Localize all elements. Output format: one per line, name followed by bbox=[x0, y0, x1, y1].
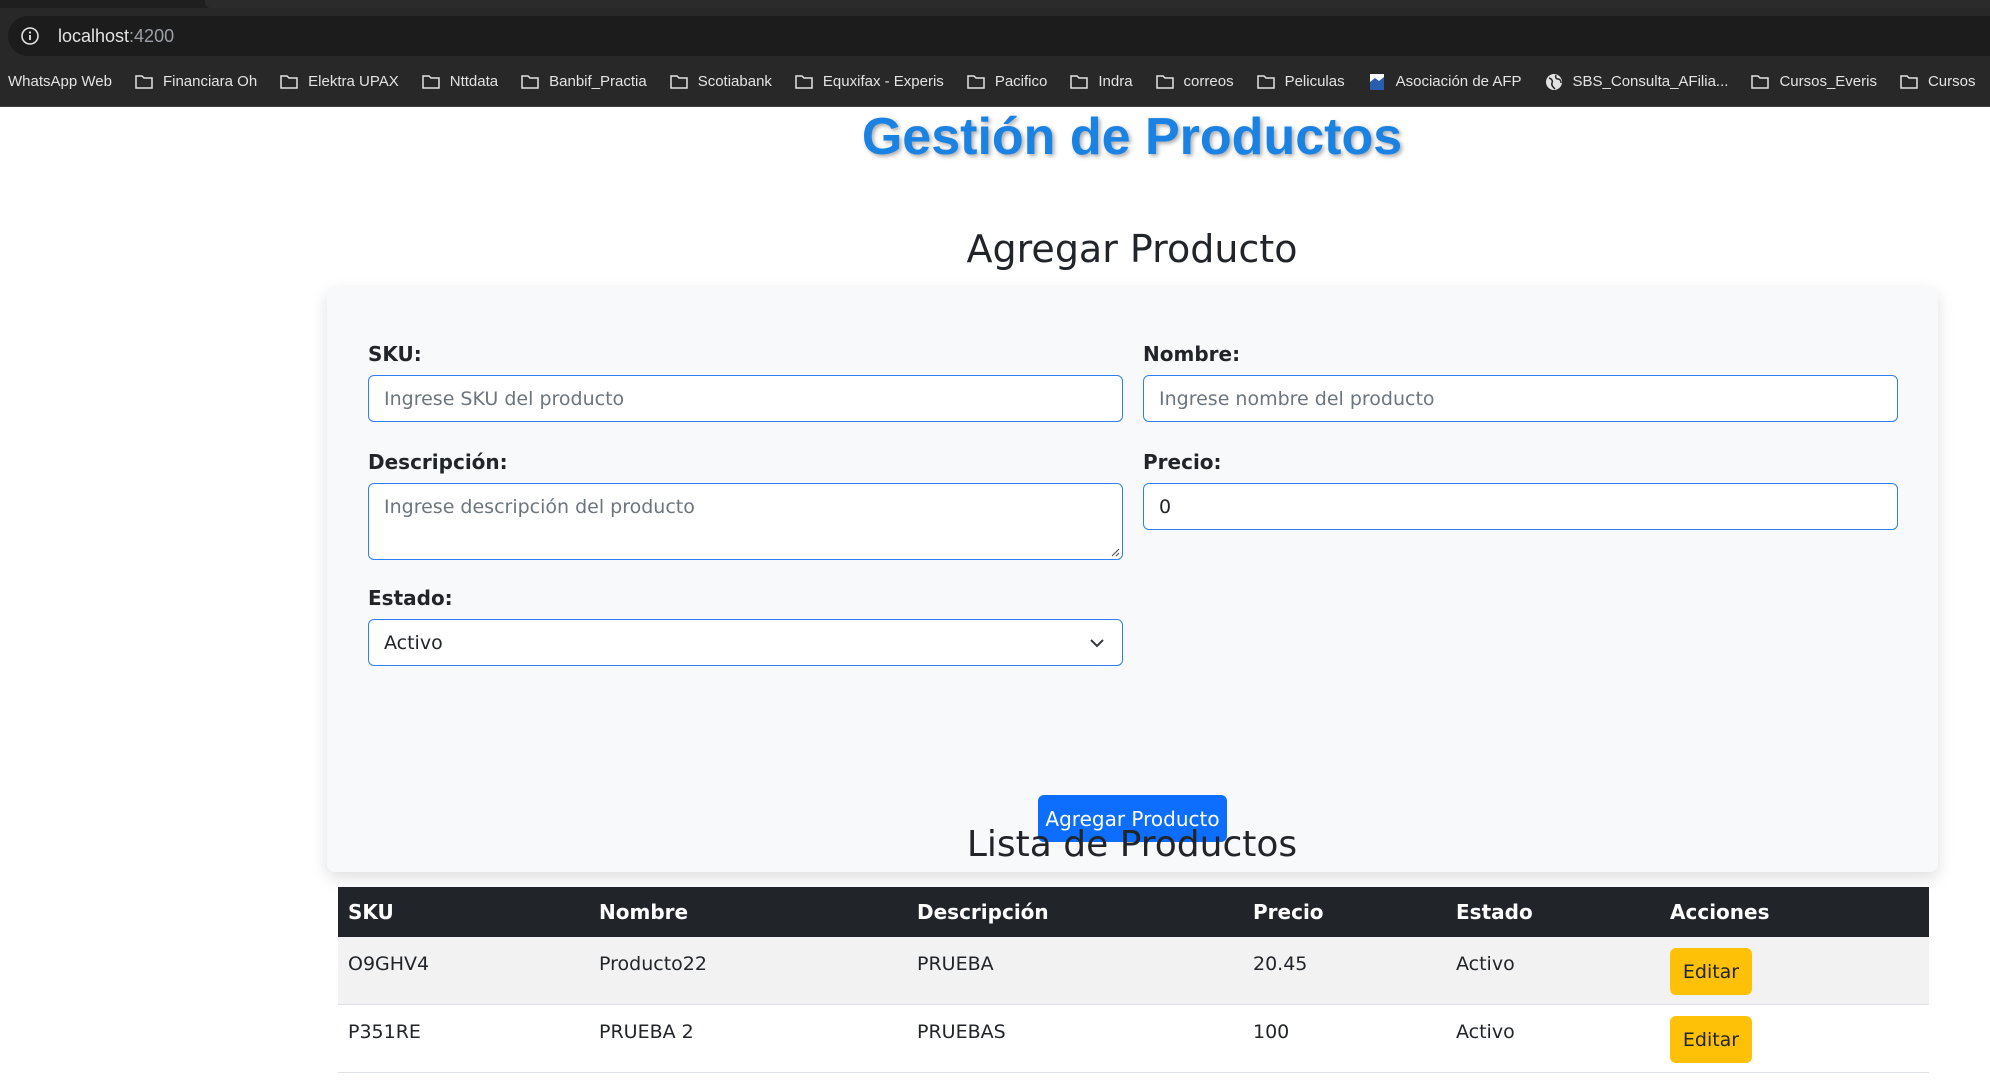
table-row: P351RE PRUEBA 2 PRUEBAS 100 Activo Edita… bbox=[338, 1005, 1929, 1073]
cell-nombre: Producto22 bbox=[599, 953, 707, 975]
bookmark-folder-correos[interactable]: correos bbox=[1155, 73, 1234, 91]
browser-toolbar: localhost:4200 bbox=[0, 8, 1990, 57]
cell-nombre: PRUEBA 2 bbox=[599, 1021, 694, 1043]
bookmark-folder-cursos[interactable]: Cursos bbox=[1899, 73, 1976, 91]
column-header-descripcion: Descripción bbox=[917, 900, 1049, 924]
bookmark-label: Banbif_Practia bbox=[549, 73, 647, 90]
bookmark-label: Financiara Oh bbox=[162, 73, 258, 90]
list-title: Lista de Productos bbox=[966, 824, 1298, 865]
nombre-placeholder: Ingrese nombre del producto bbox=[1159, 387, 1435, 410]
cell-precio: 100 bbox=[1253, 1021, 1290, 1043]
estado-label: Estado: bbox=[368, 586, 453, 610]
url-host: localhost bbox=[58, 25, 130, 46]
bookmark-label: correos bbox=[1183, 73, 1234, 90]
sku-placeholder: Ingrese SKU del producto bbox=[384, 387, 625, 410]
bookmark-label: Indra bbox=[1098, 73, 1133, 90]
descripcion-textarea[interactable]: Ingrese descripción del producto bbox=[368, 483, 1123, 560]
globe-icon bbox=[1545, 73, 1562, 90]
folder-icon bbox=[967, 74, 985, 89]
cell-precio: 20.45 bbox=[1253, 953, 1308, 975]
nombre-label: Nombre: bbox=[1143, 342, 1241, 366]
cell-descripcion: PRUEBAS bbox=[917, 1021, 1006, 1043]
add-product-form: SKU: Ingrese SKU del producto Nombre: In… bbox=[327, 287, 1938, 872]
column-header-acciones: Acciones bbox=[1670, 900, 1770, 924]
column-header-estado: Estado bbox=[1456, 900, 1533, 924]
browser-tab-strip bbox=[0, 0, 1990, 8]
cell-estado: Activo bbox=[1456, 1021, 1515, 1043]
page-content: Gestión de Productos Agregar Producto SK… bbox=[0, 107, 1990, 1087]
cell-estado: Activo bbox=[1456, 953, 1515, 975]
folder-icon bbox=[1256, 74, 1275, 89]
bookmark-folder-nttdata[interactable]: Nttdata bbox=[421, 73, 498, 91]
bookmark-folder-peliculas[interactable]: Peliculas bbox=[1256, 73, 1345, 91]
folder-icon bbox=[1155, 74, 1174, 89]
bookmark-folder-financiara-oh[interactable]: Financiara Oh bbox=[134, 73, 257, 91]
folder-icon bbox=[135, 74, 153, 89]
folder-icon bbox=[669, 74, 688, 89]
precio-value: 0 bbox=[1159, 495, 1172, 518]
bookmark-folder-pacifico[interactable]: Pacifico bbox=[966, 73, 1048, 91]
edit-button[interactable]: Editar bbox=[1670, 948, 1752, 995]
bookmark-label: Nttdata bbox=[449, 73, 499, 90]
column-header-sku: SKU bbox=[348, 900, 394, 924]
tab-strip-edge bbox=[205, 0, 1990, 8]
url-text[interactable]: localhost:4200 bbox=[58, 26, 174, 47]
precio-input[interactable]: 0 bbox=[1143, 483, 1898, 530]
bookmark-folder-equxifax-experis[interactable]: Equxifax - Experis bbox=[794, 73, 944, 91]
bookmark-whatsapp-web[interactable]: WhatsApp Web bbox=[8, 73, 112, 90]
bookmark-label: Cursos bbox=[1927, 73, 1976, 90]
cell-descripcion: PRUEBA bbox=[917, 953, 994, 975]
table-row: O9GHV4 Producto22 PRUEBA 20.45 Activo Ed… bbox=[338, 937, 1929, 1005]
bookmark-label: Pacifico bbox=[994, 73, 1048, 90]
bookmarks-bar: WhatsApp Web Financiara Oh Elektra UPAX … bbox=[0, 57, 1990, 107]
folder-icon bbox=[1070, 74, 1089, 89]
bookmark-label: Asociación de AFP bbox=[1395, 73, 1522, 90]
chevron-down-icon bbox=[1090, 639, 1104, 648]
bookmark-folder-cursos-everis[interactable]: Cursos_Everis bbox=[1750, 73, 1877, 91]
bookmark-folder-elektra-upax[interactable]: Elektra UPAX bbox=[279, 73, 399, 91]
address-bar[interactable]: localhost:4200 bbox=[8, 16, 1990, 56]
bookmark-folder-indra[interactable]: Indra bbox=[1069, 73, 1133, 91]
site-info-icon[interactable] bbox=[16, 22, 44, 50]
bookmark-folder-scotiabank[interactable]: Scotiabank bbox=[669, 73, 772, 91]
cell-sku: P351RE bbox=[348, 1021, 421, 1043]
form-title: Agregar Producto bbox=[966, 227, 1298, 271]
sku-input[interactable]: Ingrese SKU del producto bbox=[368, 375, 1123, 422]
estado-select[interactable]: Activo bbox=[368, 619, 1123, 666]
table-header: SKU Nombre Descripción Precio Estado Acc… bbox=[338, 887, 1929, 937]
folder-icon bbox=[521, 74, 539, 89]
bookmark-label: SBS_Consulta_AFilia... bbox=[1572, 73, 1729, 90]
cell-sku: O9GHV4 bbox=[348, 953, 430, 975]
nombre-input[interactable]: Ingrese nombre del producto bbox=[1143, 375, 1898, 422]
bookmark-folder-banbif-practia[interactable]: Banbif_Practia bbox=[520, 73, 647, 91]
page-icon bbox=[1369, 73, 1384, 90]
bookmark-label: Scotiabank bbox=[697, 73, 772, 90]
sku-label: SKU: bbox=[368, 342, 422, 366]
folder-icon bbox=[1751, 74, 1770, 89]
bookmark-label: Equxifax - Experis bbox=[822, 73, 944, 90]
bookmark-label: Cursos_Everis bbox=[1779, 73, 1877, 90]
bookmark-label: Elektra UPAX bbox=[308, 73, 399, 90]
descripcion-placeholder: Ingrese descripción del producto bbox=[384, 496, 695, 518]
estado-selected-value: Activo bbox=[384, 631, 443, 654]
bookmark-label: WhatsApp Web bbox=[8, 73, 112, 90]
column-header-nombre: Nombre bbox=[599, 900, 689, 924]
column-header-precio: Precio bbox=[1253, 900, 1324, 924]
resize-grip-icon[interactable] bbox=[1108, 545, 1120, 557]
edit-button[interactable]: Editar bbox=[1670, 1016, 1752, 1063]
bookmark-asociacion-afp[interactable]: Asociación de AFP bbox=[1367, 73, 1522, 91]
bookmark-label: Peliculas bbox=[1284, 73, 1345, 90]
descripcion-label: Descripción: bbox=[368, 450, 508, 474]
folder-icon bbox=[1900, 74, 1918, 89]
folder-icon bbox=[795, 74, 813, 89]
bookmark-sbs-consulta[interactable]: SBS_Consulta_AFilia... bbox=[1544, 73, 1729, 91]
folder-icon bbox=[422, 74, 440, 89]
page-title: Gestión de Productos bbox=[861, 108, 1403, 166]
folder-icon bbox=[280, 74, 298, 89]
precio-label: Precio: bbox=[1143, 450, 1222, 474]
url-port: :4200 bbox=[129, 25, 175, 46]
